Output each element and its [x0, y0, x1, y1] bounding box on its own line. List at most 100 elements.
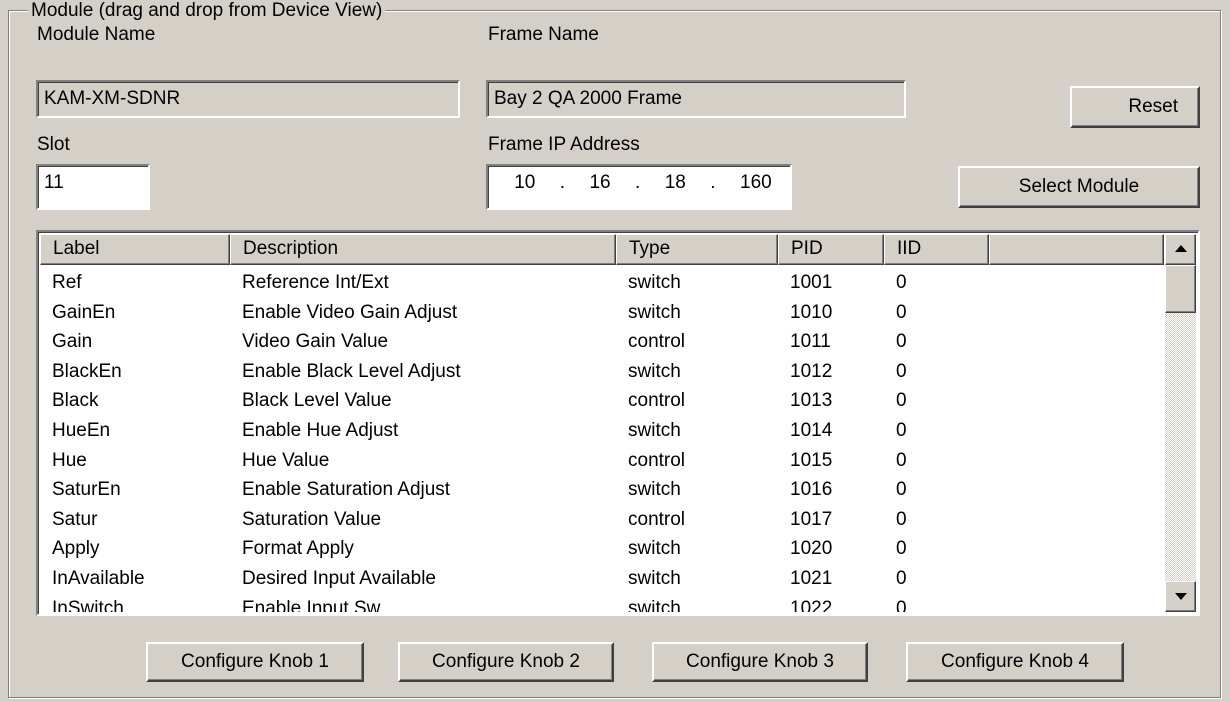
- slot-label: Slot: [37, 134, 70, 155]
- cell-pid: 1012: [790, 360, 833, 382]
- cell-iid: 0: [896, 390, 907, 412]
- vertical-scrollbar[interactable]: [1165, 234, 1196, 612]
- table-row[interactable]: BlackEn Enable Black Level Adjust switch 10…: [40, 357, 1164, 387]
- cell-type: switch: [628, 567, 681, 589]
- module-name-field[interactable]: KAM-XM-SDNR: [36, 80, 460, 118]
- table-row[interactable]: Black Black Level Value control 1013 0: [40, 386, 1164, 416]
- cell-pid: 1010: [790, 301, 833, 323]
- cell-type: switch: [628, 538, 681, 560]
- table-row[interactable]: Ref Reference Int/Ext switch 1001 0: [40, 268, 1164, 298]
- column-header-blank[interactable]: [989, 234, 1164, 265]
- cell-description: Reference Int/Ext: [242, 272, 389, 293]
- cell-label: Gain: [52, 331, 93, 353]
- cell-label: InAvailable: [52, 567, 145, 589]
- frame-ip-input[interactable]: 10 . 16 . 18 . 160: [486, 164, 792, 210]
- frame-ip-label: Frame IP Address: [488, 134, 640, 155]
- ip-dot-3: .: [710, 172, 716, 193]
- list-rows: Ref Reference Int/Ext switch 1001 0 GainEn Ena…: [40, 268, 1164, 612]
- cell-pid: 1011: [790, 331, 831, 353]
- table-row[interactable]: Hue Hue Value control 1015 0: [40, 446, 1164, 476]
- cell-iid: 0: [896, 360, 907, 382]
- cell-iid: 0: [896, 479, 907, 501]
- ip-octet-3[interactable]: 18: [665, 172, 686, 208]
- cell-type: control: [628, 331, 686, 353]
- cell-iid: 0: [896, 567, 907, 589]
- table-row[interactable]: InAvailable Desired Input Available switch…: [40, 564, 1164, 594]
- cell-type: switch: [628, 479, 681, 501]
- parameter-list[interactable]: Label Description Type PID IID Ref Refere…: [36, 230, 1200, 616]
- ip-octet-1[interactable]: 10: [514, 172, 535, 208]
- table-row[interactable]: InSwitch Enable Input Sw switch 1022 0: [40, 594, 1164, 612]
- list-header: Label Description Type PID IID: [40, 234, 1164, 265]
- cell-description: Enable Hue Adjust: [242, 419, 399, 441]
- configure-knob-3-button[interactable]: Configure Knob 3: [652, 642, 868, 682]
- cell-pid: 1014: [790, 419, 833, 441]
- cell-description: Enable Video Gain Adjust: [242, 301, 458, 323]
- table-row[interactable]: GainEn Enable Video Gain Adjust switch 1010…: [40, 298, 1164, 328]
- table-row[interactable]: Apply Format Apply switch 1020 0: [40, 534, 1164, 564]
- table-row[interactable]: Gain Video Gain Value control 1011 0: [40, 327, 1164, 357]
- cell-label: Apply: [52, 538, 100, 560]
- cell-label: Black: [52, 390, 99, 412]
- cell-description: Video Gain Value: [242, 331, 389, 353]
- cell-iid: 0: [896, 538, 907, 560]
- select-module-button[interactable]: Select Module: [958, 166, 1200, 208]
- ip-dot-1: .: [559, 172, 566, 193]
- table-row[interactable]: HueEn Enable Hue Adjust switch 1014 0: [40, 416, 1164, 446]
- cell-iid: 0: [896, 597, 907, 612]
- cell-label: Ref: [52, 272, 82, 293]
- cell-description: Black Level Value: [242, 390, 392, 412]
- table-row[interactable]: SaturEn Enable Saturation Adjust switch 101…: [40, 475, 1164, 505]
- column-header-pid[interactable]: PID: [778, 234, 884, 265]
- cell-type: control: [628, 390, 686, 412]
- cell-pid: 1021: [790, 567, 833, 589]
- cell-description: Format Apply: [242, 538, 354, 560]
- configure-knob-1-button[interactable]: Configure Knob 1: [146, 642, 364, 682]
- slot-input[interactable]: 11: [36, 164, 150, 210]
- configure-knob-4-button[interactable]: Configure Knob 4: [906, 642, 1124, 682]
- cell-description: Saturation Value: [242, 508, 382, 530]
- cell-pid: 1017: [790, 508, 833, 530]
- scroll-up-button[interactable]: [1165, 234, 1196, 265]
- cell-label: Hue: [52, 449, 87, 471]
- frame-name-label: Frame Name: [488, 24, 599, 45]
- cell-type: switch: [628, 301, 681, 323]
- cell-type: control: [628, 508, 686, 530]
- scroll-down-button[interactable]: [1165, 581, 1196, 612]
- cell-pid: 1016: [790, 479, 833, 501]
- cell-label: SaturEn: [52, 479, 121, 501]
- cell-iid: 0: [896, 419, 907, 441]
- module-group-title: Module (drag and drop from Device View): [28, 0, 386, 22]
- scroll-thumb[interactable]: [1165, 265, 1196, 313]
- cell-type: control: [628, 449, 686, 471]
- ip-octet-4[interactable]: 160: [740, 172, 772, 208]
- configure-knob-2-button[interactable]: Configure Knob 2: [398, 642, 614, 682]
- module-name-label: Module Name: [37, 24, 156, 45]
- column-header-description[interactable]: Description: [230, 234, 616, 265]
- cell-pid: 1020: [790, 538, 833, 560]
- cell-iid: 0: [896, 301, 907, 323]
- cell-iid: 0: [896, 331, 907, 353]
- table-row[interactable]: Satur Saturation Value control 1017 0: [40, 505, 1164, 535]
- cell-type: switch: [628, 360, 681, 382]
- reset-button[interactable]: Reset: [1070, 86, 1200, 128]
- cell-label: GainEn: [52, 301, 116, 323]
- cell-description: Enable Black Level Adjust: [242, 360, 461, 382]
- column-header-iid[interactable]: IID: [884, 234, 989, 265]
- cell-description: Hue Value: [242, 449, 330, 471]
- cell-pid: 1001: [790, 272, 833, 293]
- cell-pid: 1022: [790, 597, 833, 612]
- cell-type: switch: [628, 597, 681, 612]
- cell-type: switch: [628, 419, 681, 441]
- cell-iid: 0: [896, 449, 907, 471]
- ip-octet-2[interactable]: 16: [589, 172, 610, 208]
- cell-type: switch: [628, 272, 681, 293]
- cell-label: InSwitch: [52, 597, 124, 612]
- frame-name-field[interactable]: Bay 2 QA 2000 Frame: [486, 80, 906, 118]
- ip-dot-2: .: [635, 172, 641, 193]
- column-header-type[interactable]: Type: [616, 234, 778, 265]
- cell-label: Satur: [52, 508, 98, 530]
- cell-label: HueEn: [52, 419, 111, 441]
- column-header-label[interactable]: Label: [40, 234, 230, 265]
- down-arrow-icon: [1175, 593, 1187, 600]
